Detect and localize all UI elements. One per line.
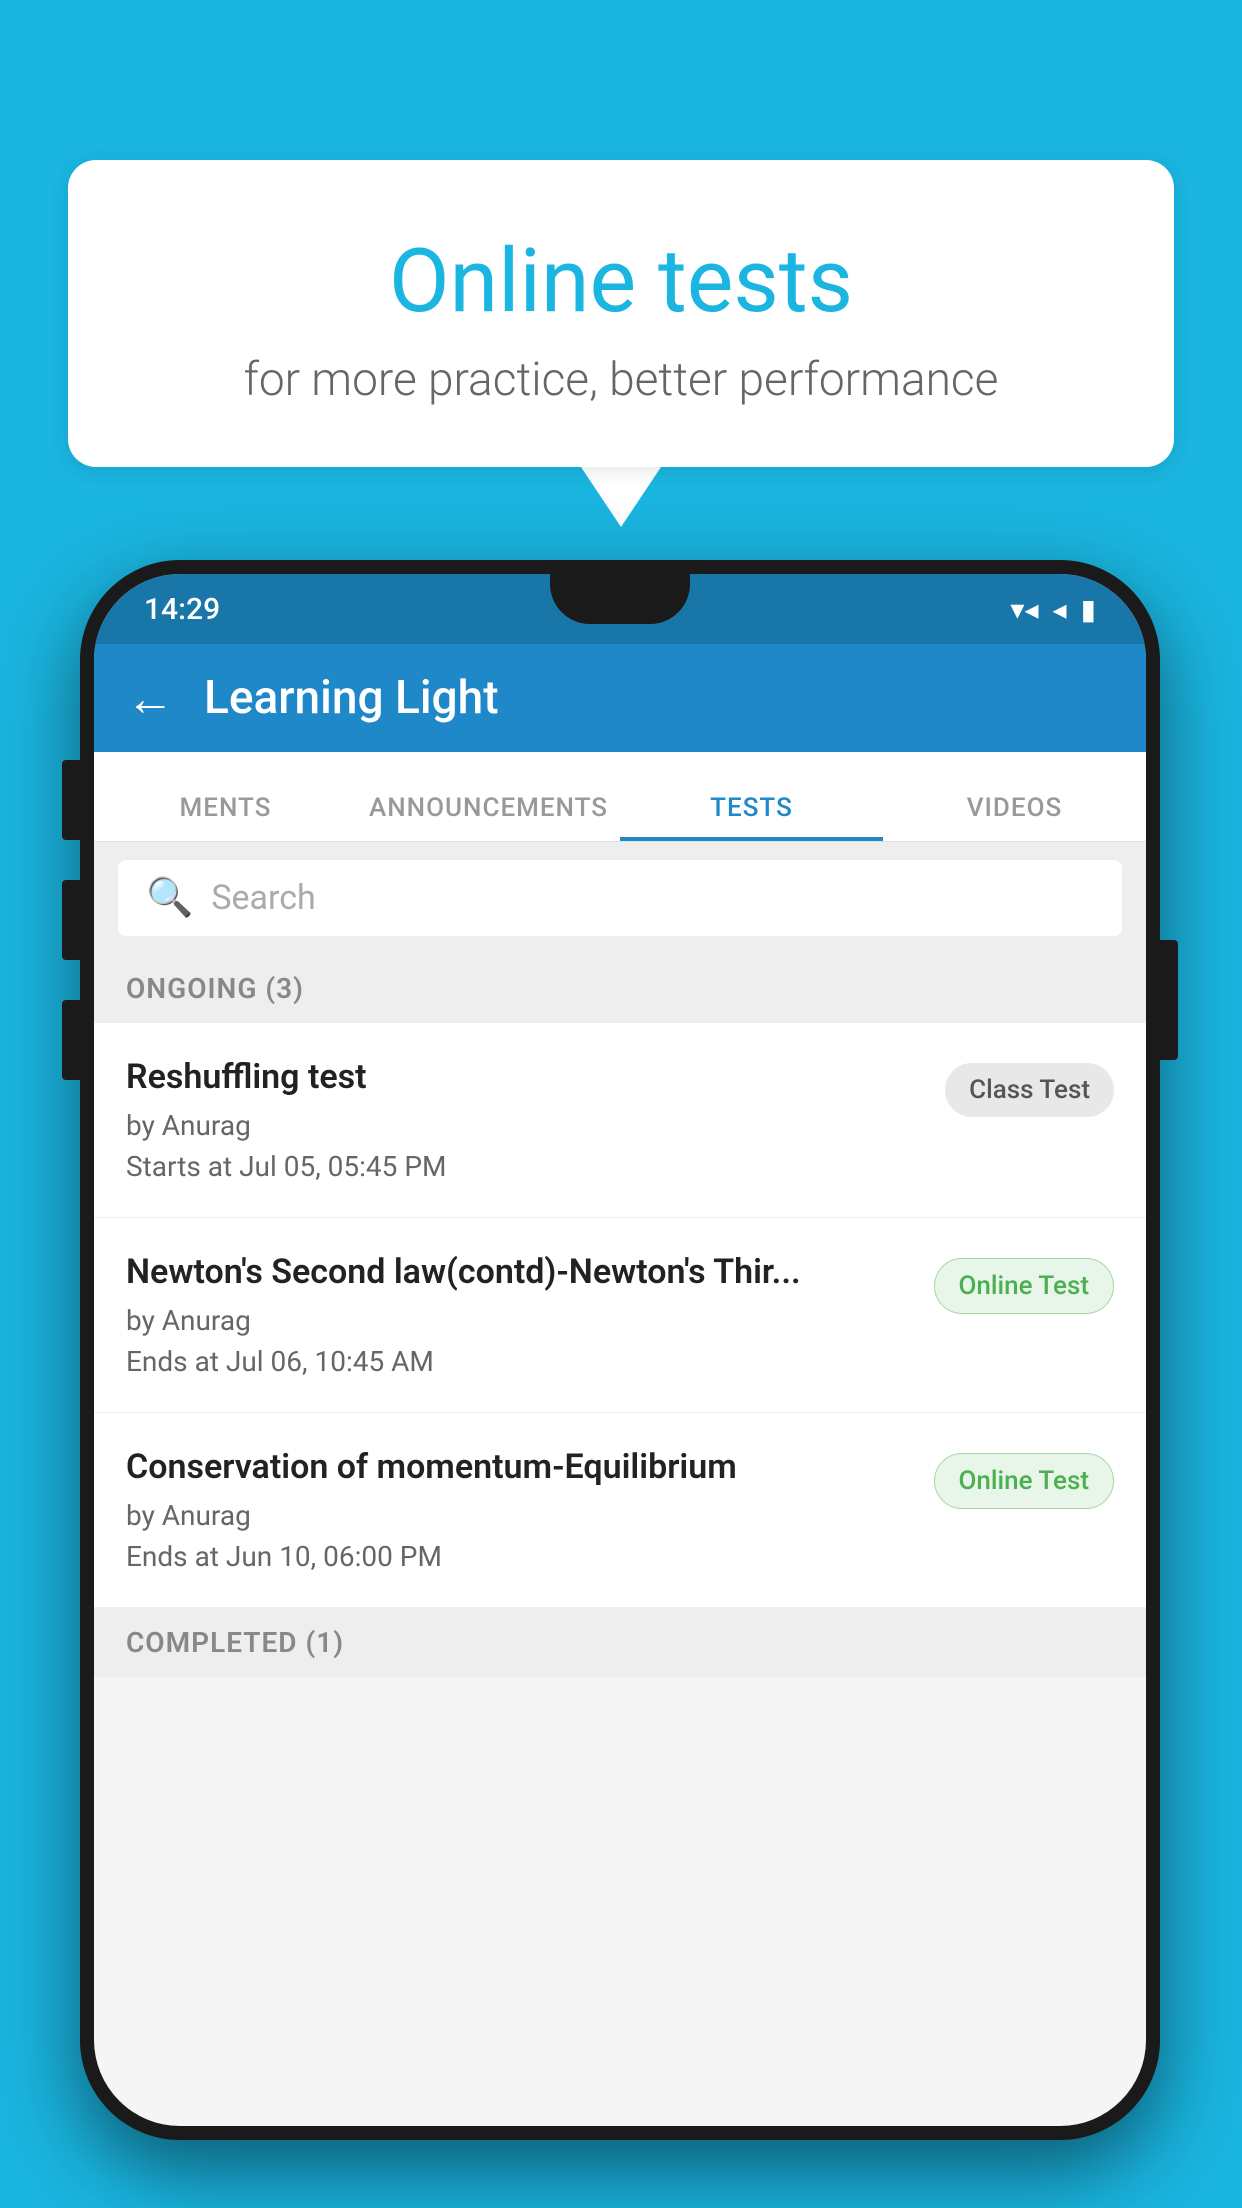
tab-announcements[interactable]: ANNOUNCEMENTS [357, 793, 620, 841]
test-title: Newton's Second law(contd)-Newton's Thir… [126, 1252, 914, 1292]
test-title: Reshuffling test [126, 1057, 925, 1097]
phone-outer: 14:29 ▾◂ ◂ ▮ ← Learning Light MENTS ANNO… [80, 560, 1160, 2140]
test-title: Conservation of momentum-Equilibrium [126, 1447, 914, 1487]
ongoing-header-text: ONGOING (3) [126, 972, 304, 1005]
test-item[interactable]: Reshuffling test by Anurag Starts at Jul… [94, 1023, 1146, 1218]
phone-screen: 14:29 ▾◂ ◂ ▮ ← Learning Light MENTS ANNO… [94, 574, 1146, 2126]
test-author: by Anurag [126, 1109, 925, 1142]
test-item[interactable]: Newton's Second law(contd)-Newton's Thir… [94, 1218, 1146, 1413]
status-bar-icons: ▾◂ ◂ ▮ [1010, 593, 1096, 626]
test-date: Ends at Jul 06, 10:45 AM [126, 1345, 914, 1378]
app-bar-title: Learning Light [204, 671, 499, 725]
speech-bubble-subtitle: for more practice, better performance [128, 353, 1114, 407]
test-author: by Anurag [126, 1499, 914, 1532]
search-container: 🔍 Search [94, 842, 1146, 954]
signal-icon: ◂ [1053, 593, 1067, 626]
test-info: Newton's Second law(contd)-Newton's Thir… [126, 1252, 934, 1378]
status-bar: 14:29 ▾◂ ◂ ▮ [94, 574, 1146, 644]
search-icon: 🔍 [146, 876, 193, 920]
test-info: Reshuffling test by Anurag Starts at Jul… [126, 1057, 945, 1183]
tab-tests[interactable]: TESTS [620, 793, 883, 841]
speech-bubble-title: Online tests [128, 230, 1114, 333]
test-item[interactable]: Conservation of momentum-Equilibrium by … [94, 1413, 1146, 1608]
app-bar: ← Learning Light [94, 644, 1146, 752]
notch [550, 574, 690, 624]
completed-header-text: COMPLETED (1) [126, 1626, 344, 1659]
back-button[interactable]: ← [126, 670, 174, 727]
speech-bubble: Online tests for more practice, better p… [68, 160, 1174, 467]
ongoing-section-header: ONGOING (3) [94, 954, 1146, 1023]
tab-ments[interactable]: MENTS [94, 793, 357, 841]
test-badge-class: Class Test [945, 1063, 1114, 1117]
speech-bubble-arrow [581, 467, 661, 527]
test-date: Ends at Jun 10, 06:00 PM [126, 1540, 914, 1573]
search-bar[interactable]: 🔍 Search [118, 860, 1122, 936]
test-badge-online: Online Test [934, 1453, 1115, 1509]
tab-videos[interactable]: VIDEOS [883, 793, 1146, 841]
speech-bubble-container: Online tests for more practice, better p… [68, 160, 1174, 527]
test-info: Conservation of momentum-Equilibrium by … [126, 1447, 934, 1573]
test-badge-online: Online Test [934, 1258, 1115, 1314]
phone-container: 14:29 ▾◂ ◂ ▮ ← Learning Light MENTS ANNO… [80, 560, 1160, 2140]
search-placeholder: Search [211, 878, 315, 918]
wifi-icon: ▾◂ [1010, 593, 1038, 626]
battery-icon: ▮ [1081, 593, 1096, 626]
test-author: by Anurag [126, 1304, 914, 1337]
test-list: Reshuffling test by Anurag Starts at Jul… [94, 1023, 1146, 1608]
status-bar-time: 14:29 [144, 592, 220, 627]
tabs-container: MENTS ANNOUNCEMENTS TESTS VIDEOS [94, 752, 1146, 842]
completed-section-header: COMPLETED (1) [94, 1608, 1146, 1677]
test-date: Starts at Jul 05, 05:45 PM [126, 1150, 925, 1183]
